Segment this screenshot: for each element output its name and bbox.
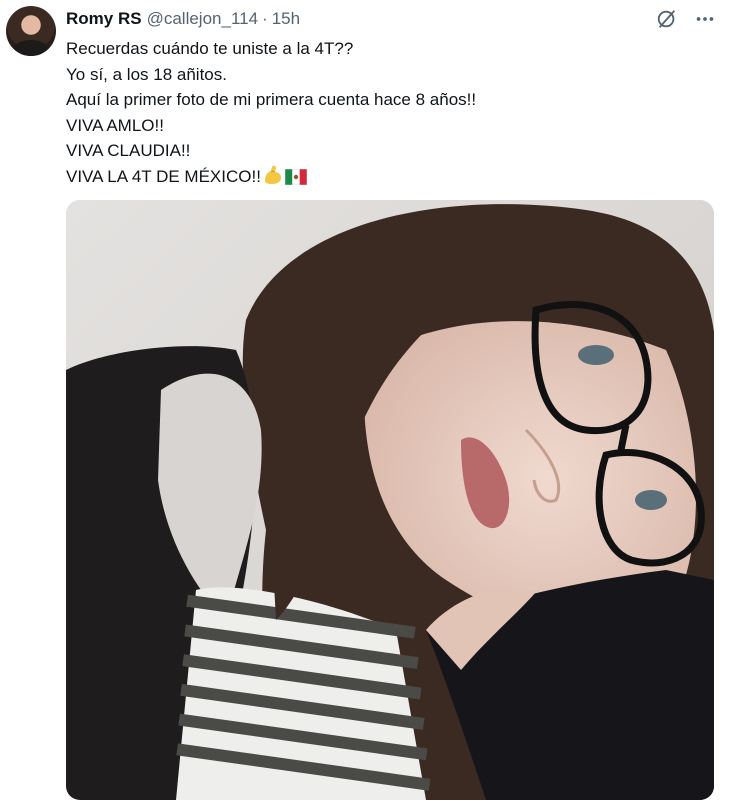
selfie-photo-illustration: [66, 200, 714, 800]
tweet-line: Recuerdas cuándo te uniste a la 4T??: [66, 39, 354, 58]
grok-icon[interactable]: [656, 8, 678, 30]
tweet-line-text: VIVA LA 4T DE MÉXICO!!: [66, 166, 261, 186]
mexico-flag-icon: [284, 167, 308, 193]
avatar-body: [12, 40, 50, 56]
author-name[interactable]: Romy RS: [66, 9, 142, 29]
tweet-line-last: VIVA LA 4T DE MÉXICO!!: [66, 164, 476, 193]
tweet-line: VIVA CLAUDIA!!: [66, 141, 191, 160]
timestamp[interactable]: 15h: [272, 9, 300, 29]
tweet-header: Romy RS @callejon_114 · 15h: [66, 8, 300, 30]
separator-dot: ·: [262, 9, 268, 28]
tweet-line: Aquí la primer foto de mi primera cuenta…: [66, 90, 477, 109]
flexed-biceps-icon: [262, 165, 284, 193]
tweet-line: VIVA AMLO!!: [66, 115, 164, 135]
author-handle[interactable]: @callejon_114: [147, 9, 258, 29]
tweet-text: Recuerdas cuándo te uniste a la 4T?? Yo …: [66, 36, 476, 192]
tweet[interactable]: Romy RS @callejon_114 · 15h Recuerdas cu…: [0, 0, 730, 800]
avatar[interactable]: [6, 6, 56, 56]
tweet-line: Yo sí, a los 18 añitos.: [66, 64, 227, 84]
tweet-actions: [656, 8, 716, 30]
more-icon[interactable]: [694, 8, 716, 30]
tweet-photo[interactable]: [66, 200, 714, 800]
